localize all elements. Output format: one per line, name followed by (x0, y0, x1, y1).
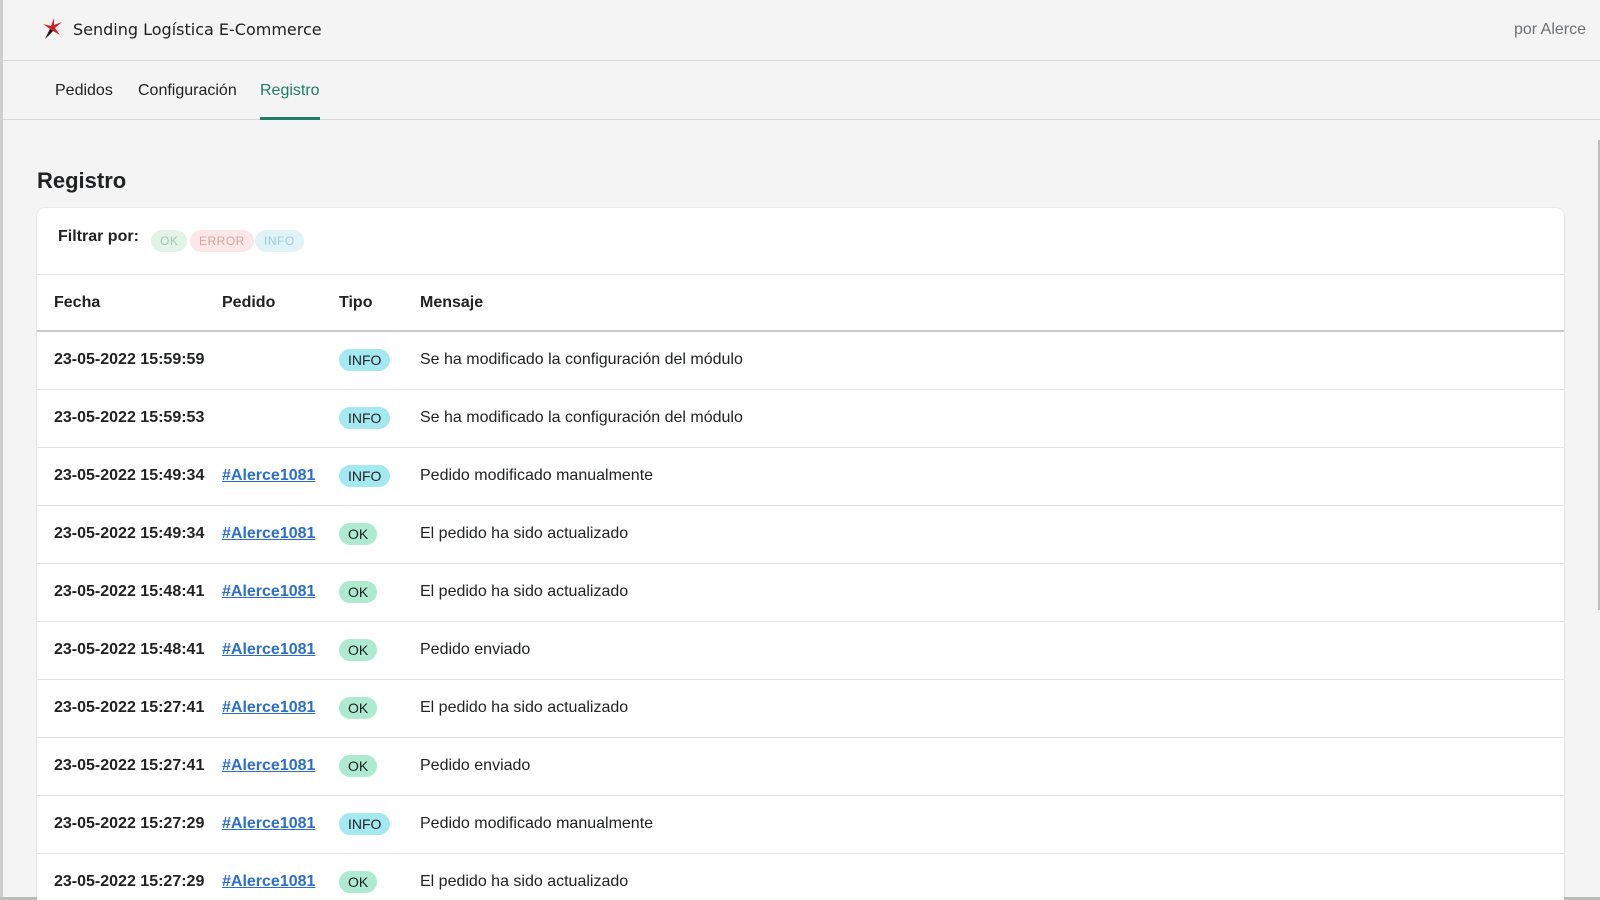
table-row: 23-05-2022 15:27:41 #Alerce1081 OK El pedid… (37, 680, 1564, 738)
table-row: 23-05-2022 15:59:59 INFO Se ha modificado … (37, 332, 1564, 390)
filter-chip-ok[interactable]: OK (151, 230, 188, 252)
status-badge: INFO (339, 813, 391, 835)
row-message: Pedido modificado manualmente (420, 467, 654, 484)
log-card: Filtrar por: OK ERROR INFO Fecha Pedido … (37, 208, 1564, 900)
filter-label: Filtrar por: (58, 228, 139, 245)
column-header-pedido: Pedido (222, 294, 276, 311)
row-type-cell: INFO (339, 813, 391, 835)
row-date: 23-05-2022 15:49:34 (54, 467, 205, 484)
filter-chip-info[interactable]: INFO (255, 230, 304, 252)
table-header: Fecha Pedido Tipo Mensaje (37, 274, 1564, 332)
status-badge: INFO (339, 465, 391, 487)
vendor-credit: por Alerce (1513, 21, 1586, 38)
row-message: El pedido ha sido actualizado (420, 525, 629, 542)
row-message: El pedido ha sido actualizado (420, 873, 629, 890)
row-date: 23-05-2022 15:59:59 (54, 351, 205, 368)
app-title: Sending Logística E-Commerce (73, 20, 322, 39)
tab-bar: Pedidos Configuración Registro (3, 61, 1600, 120)
row-date: 23-05-2022 15:27:29 (54, 873, 205, 890)
status-badge: OK (339, 755, 378, 777)
column-header-fecha: Fecha (54, 294, 101, 311)
row-date: 23-05-2022 15:48:41 (54, 583, 205, 600)
column-header-mensaje: Mensaje (420, 294, 484, 311)
status-badge: INFO (339, 407, 391, 429)
status-badge: OK (339, 639, 378, 661)
status-badge: OK (339, 871, 378, 893)
row-type-cell: INFO (339, 465, 391, 487)
table-row: 23-05-2022 15:48:41 #Alerce1081 OK El pedid… (37, 564, 1564, 622)
row-order-link[interactable]: #Alerce1081 (222, 757, 315, 775)
table-row: 23-05-2022 15:49:34 #Alerce1081 INFO Pedido… (37, 448, 1564, 506)
status-badge: OK (339, 697, 378, 719)
row-date: 23-05-2022 15:48:41 (54, 641, 205, 658)
row-order-link[interactable]: #Alerce1081 (222, 815, 315, 833)
row-date: 23-05-2022 15:59:53 (54, 409, 205, 426)
row-message: Se ha modificado la configuración del mó… (420, 409, 743, 426)
row-date: 23-05-2022 15:27:29 (54, 815, 205, 832)
row-type-cell: INFO (339, 407, 391, 429)
row-order-link[interactable]: #Alerce1081 (222, 699, 315, 717)
row-type-cell: OK (339, 871, 378, 893)
log-table-body: 23-05-2022 15:59:59 INFO Se ha modificado … (37, 332, 1564, 900)
row-order-link[interactable]: #Alerce1081 (222, 467, 315, 485)
tab-registro[interactable]: Registro (260, 61, 320, 120)
row-message: El pedido ha sido actualizado (420, 699, 629, 716)
filter-chip-error[interactable]: ERROR (190, 230, 254, 252)
row-date: 23-05-2022 15:27:41 (54, 757, 205, 774)
filter-bar: Filtrar por: OK ERROR INFO (37, 208, 1564, 275)
table-row: 23-05-2022 15:59:53 INFO Se ha modificado … (37, 390, 1564, 448)
app-header: Sending Logística E-Commerce por Alerce (3, 0, 1600, 61)
row-type-cell: OK (339, 523, 378, 545)
sending-logo-icon (40, 17, 64, 43)
row-type-cell: OK (339, 581, 378, 603)
page-title: Registro (37, 168, 127, 193)
row-order-link[interactable]: #Alerce1081 (222, 873, 315, 891)
row-type-cell: OK (339, 755, 378, 777)
row-type-cell: INFO (339, 349, 391, 371)
window-left-edge (0, 0, 3, 900)
row-message: Pedido enviado (420, 757, 531, 774)
row-type-cell: OK (339, 697, 378, 719)
table-row: 23-05-2022 15:27:29 #Alerce1081 INFO Pedido… (37, 796, 1564, 854)
row-message: Pedido enviado (420, 641, 531, 658)
table-row: 23-05-2022 15:27:41 #Alerce1081 OK Pedido e… (37, 738, 1564, 796)
row-order-link[interactable]: #Alerce1081 (222, 583, 315, 601)
table-row: 23-05-2022 15:48:41 #Alerce1081 OK Pedido e… (37, 622, 1564, 680)
row-date: 23-05-2022 15:49:34 (54, 525, 205, 542)
column-header-tipo: Tipo (339, 294, 373, 311)
app-frame: Sending Logística E-Commerce por Alerce … (0, 0, 1600, 900)
status-badge: OK (339, 523, 378, 545)
row-order-link[interactable]: #Alerce1081 (222, 525, 315, 543)
table-row: 23-05-2022 15:49:34 #Alerce1081 OK El pedid… (37, 506, 1564, 564)
row-message: Pedido modificado manualmente (420, 815, 654, 832)
row-message: El pedido ha sido actualizado (420, 583, 629, 600)
tab-configuracion[interactable]: Configuración (138, 61, 237, 117)
row-message: Se ha modificado la configuración del mó… (420, 351, 743, 368)
row-order-link[interactable]: #Alerce1081 (222, 641, 315, 659)
tab-pedidos[interactable]: Pedidos (55, 61, 113, 117)
row-type-cell: OK (339, 639, 378, 661)
status-badge: OK (339, 581, 378, 603)
row-date: 23-05-2022 15:27:41 (54, 699, 205, 716)
status-badge: INFO (339, 349, 391, 371)
table-row: 23-05-2022 15:27:29 #Alerce1081 OK El pedid… (37, 854, 1564, 900)
